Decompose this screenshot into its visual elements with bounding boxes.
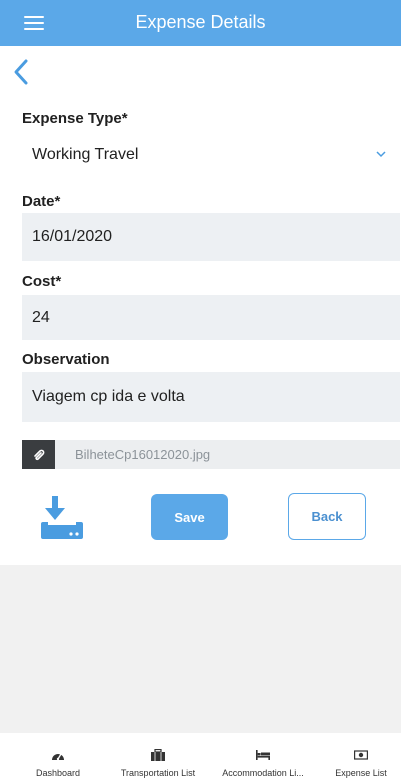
cost-label: Cost* bbox=[22, 273, 62, 290]
nav-label-transportation-list: Transportation List bbox=[120, 768, 196, 778]
date-label: Date* bbox=[22, 193, 61, 210]
nav-item-accommodation-list[interactable]: Accommodation Li... bbox=[213, 733, 313, 783]
attachment-row[interactable]: BilheteCp16012020.jpg bbox=[22, 440, 400, 469]
observation-label: Observation bbox=[22, 351, 110, 368]
speedometer-icon bbox=[52, 753, 64, 761]
expense-type-label: Expense Type* bbox=[22, 110, 128, 127]
app-header: Expense Details bbox=[0, 0, 401, 46]
bottom-nav: Dashboard Transportation List Accommodat… bbox=[0, 733, 401, 783]
attachment-filename: BilheteCp16012020.jpg bbox=[75, 447, 211, 462]
observation-field[interactable]: Viagem cp ida e volta bbox=[22, 372, 400, 422]
date-value: 16/01/2020 bbox=[32, 228, 113, 245]
date-field[interactable]: 16/01/2020 bbox=[22, 213, 400, 261]
expense-type-select[interactable]: Working Travel bbox=[22, 135, 400, 175]
bed-icon bbox=[256, 750, 270, 760]
nav-label-expense-list: Expense List bbox=[335, 768, 387, 778]
nav-item-expense-list[interactable]: Expense List bbox=[329, 733, 393, 783]
nav-label-dashboard: Dashboard bbox=[35, 768, 81, 778]
cost-value: 24 bbox=[32, 308, 50, 326]
save-button[interactable]: Save bbox=[151, 494, 228, 540]
back-button[interactable]: Back bbox=[288, 493, 366, 540]
content-spacer bbox=[0, 565, 401, 733]
money-bill-icon bbox=[354, 750, 368, 760]
chevron-left-icon[interactable] bbox=[10, 58, 32, 86]
observation-value: Viagem cp ida e volta bbox=[32, 388, 185, 405]
nav-label-accommodation-list: Accommodation Li... bbox=[222, 768, 304, 778]
attachment-button[interactable] bbox=[22, 440, 55, 469]
download-icon[interactable] bbox=[39, 494, 85, 540]
cost-field[interactable]: 24 bbox=[22, 295, 400, 340]
paperclip-icon bbox=[33, 449, 44, 460]
chevron-down-icon bbox=[376, 151, 386, 158]
expense-type-value: Working Travel bbox=[32, 146, 139, 163]
briefcase-icon bbox=[151, 749, 165, 761]
nav-item-transportation-list[interactable]: Transportation List bbox=[112, 733, 204, 783]
nav-item-dashboard[interactable]: Dashboard bbox=[28, 733, 88, 783]
page-title: Expense Details bbox=[135, 12, 266, 32]
